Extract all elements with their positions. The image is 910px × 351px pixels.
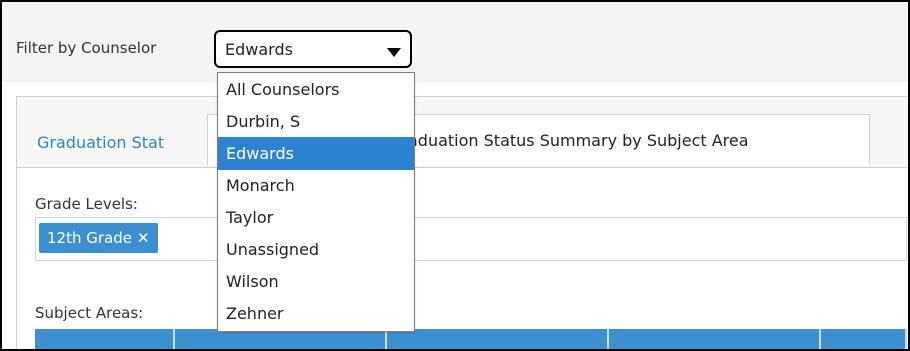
tab-bar: Graduation Stat aduation Status Summary … <box>17 97 908 168</box>
option-durbin[interactable]: Durbin, S <box>218 105 414 138</box>
app-frame: Filter by Counselor Edwards Graduation S… <box>0 0 910 351</box>
grade-chip[interactable]: 12th Grade ✕ <box>39 223 158 253</box>
subject-chip[interactable] <box>387 329 609 349</box>
subject-chip[interactable] <box>821 329 907 349</box>
subject-areas-field[interactable] <box>35 329 908 349</box>
subject-chip[interactable] <box>609 329 821 349</box>
option-edwards[interactable]: Edwards <box>218 137 414 170</box>
counselor-dropdown: All Counselors Durbin, S Edwards Monarch… <box>217 72 415 332</box>
grade-chip-label: 12th Grade <box>47 229 132 247</box>
option-zehner[interactable]: Zehner <box>218 297 414 330</box>
counselor-select[interactable]: Edwards <box>214 30 412 68</box>
tab-label: Graduation Stat <box>37 133 165 152</box>
counselor-select-value: Edwards <box>225 40 293 59</box>
subject-areas-label: Subject Areas: <box>35 304 144 322</box>
option-taylor[interactable]: Taylor <box>218 201 414 234</box>
tab-label: aduation Status Summary by Subject Area <box>408 131 749 150</box>
grade-levels-label: Grade Levels: <box>35 195 138 213</box>
option-unassigned[interactable]: Unassigned <box>218 233 414 266</box>
chevron-down-icon <box>387 48 401 57</box>
subject-chip[interactable] <box>35 329 175 349</box>
grade-levels-field[interactable] <box>35 217 907 261</box>
option-monarch[interactable]: Monarch <box>218 169 414 202</box>
option-all-counselors[interactable]: All Counselors <box>218 73 414 106</box>
subject-chip[interactable] <box>175 329 387 349</box>
close-icon[interactable]: ✕ <box>137 229 150 247</box>
option-wilson[interactable]: Wilson <box>218 265 414 298</box>
filter-label: Filter by Counselor <box>16 39 157 57</box>
filter-row: Filter by Counselor Edwards <box>2 2 908 82</box>
